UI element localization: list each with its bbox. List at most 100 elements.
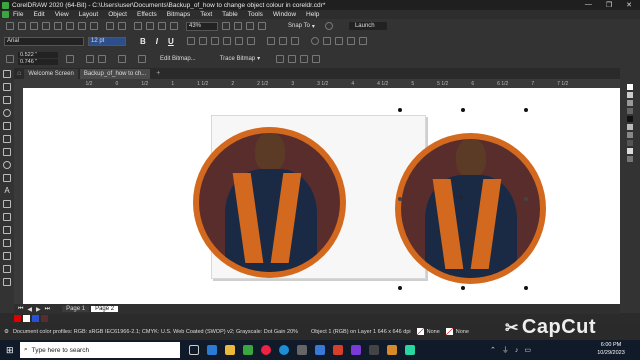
full-screen-icon[interactable] (222, 22, 230, 30)
task-view-icon[interactable] (189, 345, 199, 355)
transparency-tool-icon[interactable] (3, 239, 11, 247)
rulers-icon[interactable] (234, 22, 242, 30)
print-icon[interactable] (54, 22, 62, 30)
import-icon[interactable] (146, 22, 154, 30)
menu-file[interactable]: File (13, 11, 23, 18)
connector-tool-icon[interactable] (3, 213, 11, 221)
italic-icon[interactable]: I (156, 37, 158, 46)
export-icon[interactable] (158, 22, 166, 30)
interactive-fill-tool-icon[interactable] (3, 265, 11, 273)
height-field[interactable]: 0.746 " (18, 59, 58, 65)
selection-handle[interactable] (524, 197, 528, 201)
volume-icon[interactable]: ♪ (515, 347, 519, 354)
text-properties-icon[interactable] (234, 37, 243, 45)
ellipse-tool-icon[interactable] (3, 161, 11, 169)
menu-view[interactable]: View (55, 11, 69, 18)
smart-fill-tool-icon[interactable] (3, 278, 11, 286)
resample-icon[interactable] (288, 54, 297, 63)
color-swatch-gray[interactable] (627, 156, 633, 162)
rectangle-tool-icon[interactable] (3, 148, 11, 156)
selection-handle[interactable] (524, 108, 528, 112)
app-icon[interactable] (405, 345, 415, 355)
mail-icon[interactable] (315, 345, 325, 355)
drop-shadow-tool-icon[interactable] (3, 226, 11, 234)
app-icon[interactable] (369, 345, 379, 355)
horizontal-ruler[interactable]: 1/2 0 1/2 1 1 1/2 2 2 1/2 3 3 1/2 4 4 1/… (14, 79, 620, 88)
edge-icon[interactable] (279, 345, 289, 355)
bitmap-color-mask-icon[interactable] (276, 54, 285, 63)
tab-document[interactable]: Backup_of_how to ch... (79, 68, 151, 79)
crop-tool-icon[interactable] (3, 96, 11, 104)
flip-text-icon[interactable] (358, 37, 367, 45)
color-swatch-white[interactable] (627, 84, 633, 90)
crop-icon[interactable] (300, 54, 309, 63)
width-field[interactable]: 0.522 " (18, 52, 58, 58)
next-page-icon[interactable]: ▶ (36, 306, 41, 313)
undo-icon[interactable] (106, 22, 114, 30)
selection-handle[interactable] (398, 108, 402, 112)
text-wrap-icon[interactable] (290, 37, 299, 45)
snap-to-dropdown[interactable]: Snap To (288, 23, 310, 29)
eyedropper-tool-icon[interactable] (3, 252, 11, 260)
bullet-list-icon[interactable] (198, 37, 207, 45)
chrome-icon[interactable] (261, 345, 271, 355)
app-icon[interactable] (351, 345, 361, 355)
polygon-tool-icon[interactable] (3, 174, 11, 182)
launch-dropdown[interactable]: Launch (348, 22, 387, 30)
color-swatch-gray[interactable] (627, 148, 633, 154)
bold-icon[interactable]: B (140, 37, 146, 46)
page-tab-1[interactable]: Page 1 (62, 306, 90, 312)
horizontal-text-icon[interactable] (266, 37, 275, 45)
menu-effects[interactable]: Effects (137, 11, 157, 18)
vertical-text-icon[interactable] (278, 37, 287, 45)
close-icon[interactable]: ✕ (626, 1, 632, 9)
maximize-icon[interactable]: ❐ (606, 1, 612, 9)
edit-bitmap-button[interactable]: Edit Bitmap... (160, 56, 196, 62)
menu-layout[interactable]: Layout (79, 11, 99, 18)
lock-ratio-icon[interactable] (66, 54, 74, 63)
first-page-icon[interactable]: ⏮ (18, 306, 23, 313)
chevron-down-icon[interactable]: ▾ (312, 23, 315, 30)
shape-tool-icon[interactable] (3, 83, 11, 91)
mirror-icon[interactable] (334, 37, 343, 45)
color-swatch-gray[interactable] (627, 108, 633, 114)
text-tool-icon[interactable]: A (3, 187, 11, 195)
menu-help[interactable]: Help (306, 11, 319, 18)
opentype-icon[interactable] (310, 37, 319, 45)
selection-handle[interactable] (461, 286, 465, 290)
tab-welcome-screen[interactable]: Welcome Screen (24, 68, 78, 79)
menu-table[interactable]: Table (222, 11, 238, 18)
settings-gear-icon[interactable]: ⚙ (4, 329, 9, 335)
color-swatch-white[interactable] (23, 314, 30, 322)
app-icon[interactable] (387, 345, 397, 355)
page-tab-2[interactable]: Page 2 (91, 306, 119, 312)
cut-icon[interactable] (66, 22, 74, 30)
selection-handle[interactable] (398, 197, 402, 201)
color-profiles-text[interactable]: Document color profiles: RGB: sRGB IEC61… (13, 329, 303, 335)
menu-edit[interactable]: Edit (33, 11, 44, 18)
prev-page-icon[interactable]: ◀ (27, 306, 32, 313)
add-tab-icon[interactable]: + (156, 70, 160, 77)
options-gear-icon[interactable] (324, 22, 333, 30)
redo-icon[interactable] (118, 22, 126, 30)
parallel-dimension-tool-icon[interactable] (3, 200, 11, 208)
selection-handle[interactable] (461, 108, 465, 112)
add-icon[interactable] (312, 54, 321, 63)
system-clock[interactable]: 6:00 PM 10/29/2023 (586, 341, 636, 357)
new-document-icon[interactable] (6, 22, 14, 30)
app-menu-icon[interactable] (2, 11, 9, 18)
link-icon[interactable] (346, 37, 355, 45)
chevron-down-icon[interactable]: ▾ (257, 55, 260, 62)
file-explorer-icon[interactable] (225, 345, 235, 355)
menu-text[interactable]: Text (200, 11, 212, 18)
menu-tools[interactable]: Tools (248, 11, 263, 18)
taskbar-search-box[interactable]: ⌕ Type here to search (20, 342, 180, 358)
tray-chevron-icon[interactable]: ⌃ (490, 346, 496, 354)
color-swatch-gray[interactable] (627, 100, 633, 106)
camera-app-icon[interactable] (207, 345, 217, 355)
publish-pdf-icon[interactable] (170, 22, 178, 30)
battery-icon[interactable]: ▭ (524, 346, 531, 354)
portrait-image-1[interactable] (193, 127, 346, 278)
menu-bitmaps[interactable]: Bitmaps (167, 11, 190, 18)
menu-window[interactable]: Window (273, 11, 296, 18)
